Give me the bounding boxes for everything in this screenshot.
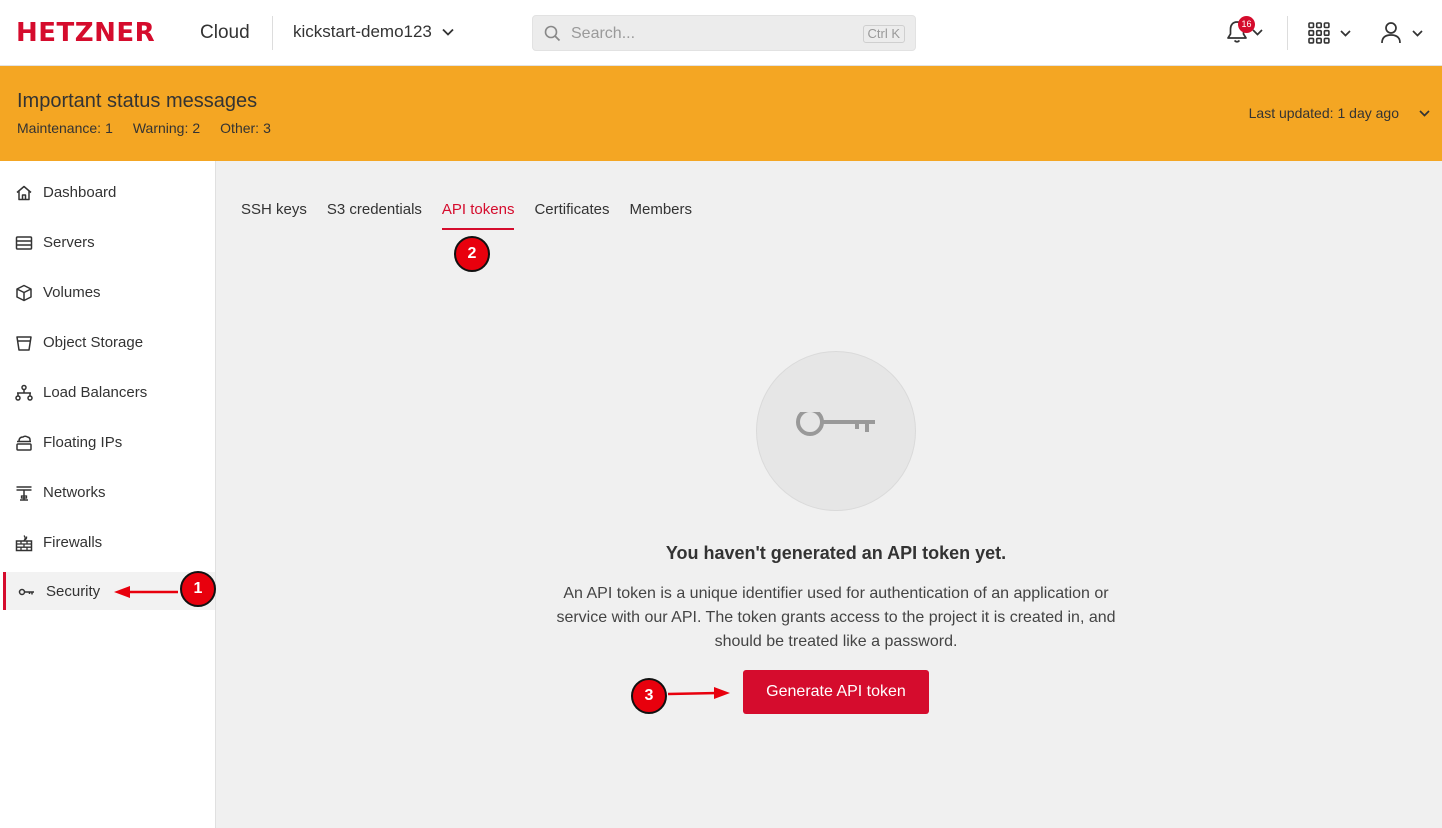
- apps-grid-icon: [1308, 22, 1330, 44]
- header-divider: [272, 16, 273, 50]
- search-icon: [544, 25, 561, 42]
- status-banner: Important status messages Maintenance: 1 …: [0, 66, 1442, 161]
- chevron-down-icon: [1252, 28, 1263, 36]
- tab-api-tokens[interactable]: API tokens: [441, 201, 515, 230]
- key-icon: [796, 412, 875, 436]
- sidebar-item-networks[interactable]: Networks: [0, 473, 215, 511]
- sidebar-item-servers[interactable]: Servers: [0, 223, 215, 261]
- annotation-marker-3: 3: [631, 678, 667, 714]
- load-balancer-icon: [15, 384, 33, 401]
- search-shortcut: Ctrl K: [862, 25, 905, 43]
- count-value: 1: [105, 120, 113, 136]
- tab-ssh-keys[interactable]: SSH keys: [241, 201, 307, 230]
- annotation-marker-1: 1: [180, 571, 216, 607]
- sidebar-item-dashboard[interactable]: Dashboard: [0, 173, 215, 211]
- empty-state-description: An API token is a unique identifier used…: [556, 585, 1116, 650]
- firewall-icon: [15, 535, 33, 552]
- status-count-maintenance: Maintenance: 1: [17, 120, 113, 136]
- search-bar[interactable]: Ctrl K: [532, 15, 916, 51]
- sidebar-item-label: Networks: [43, 484, 106, 501]
- status-count-warning: Warning: 2: [133, 120, 200, 136]
- sidebar-item-volumes[interactable]: Volumes: [0, 273, 215, 311]
- main-content: SSH keys S3 credentials API tokens Certi…: [217, 161, 1442, 828]
- sidebar: Dashboard Servers Volumes Object Storage…: [0, 161, 216, 828]
- project-name: kickstart-demo123: [293, 22, 432, 41]
- bucket-icon: [16, 336, 32, 351]
- key-icon: [18, 588, 34, 596]
- header-divider: [1287, 16, 1288, 50]
- search-input[interactable]: [571, 24, 851, 44]
- user-icon: [1381, 22, 1401, 44]
- last-updated-label: Last updated:: [1248, 105, 1334, 121]
- count-label: Maintenance:: [17, 120, 102, 136]
- security-tabs: SSH keys S3 credentials API tokens Certi…: [241, 201, 692, 230]
- annotation-arrow-3: [667, 687, 730, 699]
- count-value: 2: [192, 120, 201, 136]
- user-menu-button[interactable]: [1380, 21, 1423, 45]
- empty-state-title: You haven't generated an API token yet.: [665, 543, 1007, 563]
- status-title: Important status messages: [17, 90, 258, 112]
- generate-api-token-button[interactable]: Generate API token: [743, 670, 929, 714]
- apps-menu-button[interactable]: [1308, 22, 1351, 44]
- product-label: Cloud: [200, 22, 250, 43]
- sidebar-item-label: Firewalls: [43, 534, 103, 551]
- hetzner-logo[interactable]: HETZNER: [16, 20, 155, 46]
- top-header: HETZNER Cloud kickstart-demo123 Ctrl K 1…: [0, 0, 1442, 66]
- home-icon: [16, 185, 32, 201]
- chevron-down-icon: [442, 28, 454, 36]
- status-counts: Maintenance: 1 Warning: 2 Other: 3: [17, 120, 271, 136]
- count-label: Other:: [220, 120, 260, 136]
- last-updated-value: 1 day ago: [1337, 105, 1400, 121]
- chevron-down-icon: [1340, 29, 1351, 37]
- sidebar-item-label: Security: [46, 583, 101, 600]
- status-expand-toggle[interactable]: Last updated: 1 day ago: [1249, 105, 1430, 121]
- sidebar-item-label: Volumes: [43, 284, 101, 301]
- count-value: 3: [263, 120, 271, 136]
- chevron-down-icon: [1412, 29, 1423, 37]
- sidebar-item-label: Servers: [43, 234, 95, 251]
- count-label: Warning:: [132, 120, 189, 136]
- annotation-arrow-1: [114, 586, 178, 598]
- sidebar-item-label: Load Balancers: [43, 384, 148, 401]
- sidebar-item-floating-ips[interactable]: Floating IPs: [0, 423, 215, 461]
- server-icon: [15, 236, 33, 250]
- tab-s3-credentials[interactable]: S3 credentials: [327, 201, 422, 230]
- chevron-down-icon: [1419, 109, 1430, 117]
- empty-state-illustration: [756, 351, 916, 511]
- project-switcher[interactable]: kickstart-demo123: [293, 22, 454, 42]
- sidebar-item-label: Floating IPs: [43, 434, 123, 451]
- network-icon: [16, 486, 32, 501]
- notifications-button[interactable]: 16: [1226, 16, 1263, 44]
- notification-badge: 16: [1238, 16, 1255, 33]
- sidebar-item-object-storage[interactable]: Object Storage: [0, 323, 215, 361]
- sidebar-item-label: Object Storage: [43, 334, 144, 351]
- status-count-other: Other: 3: [220, 120, 271, 136]
- logo-text: HETZNER: [16, 18, 156, 48]
- cube-icon: [16, 284, 32, 302]
- sidebar-item-load-balancers[interactable]: Load Balancers: [0, 373, 215, 411]
- tab-certificates[interactable]: Certificates: [534, 201, 609, 230]
- tab-members[interactable]: Members: [630, 201, 693, 230]
- sidebar-item-firewalls[interactable]: Firewalls: [0, 523, 215, 561]
- floating-ip-icon: [16, 435, 32, 451]
- sidebar-item-label: Dashboard: [43, 184, 117, 201]
- annotation-marker-2: 2: [454, 236, 490, 272]
